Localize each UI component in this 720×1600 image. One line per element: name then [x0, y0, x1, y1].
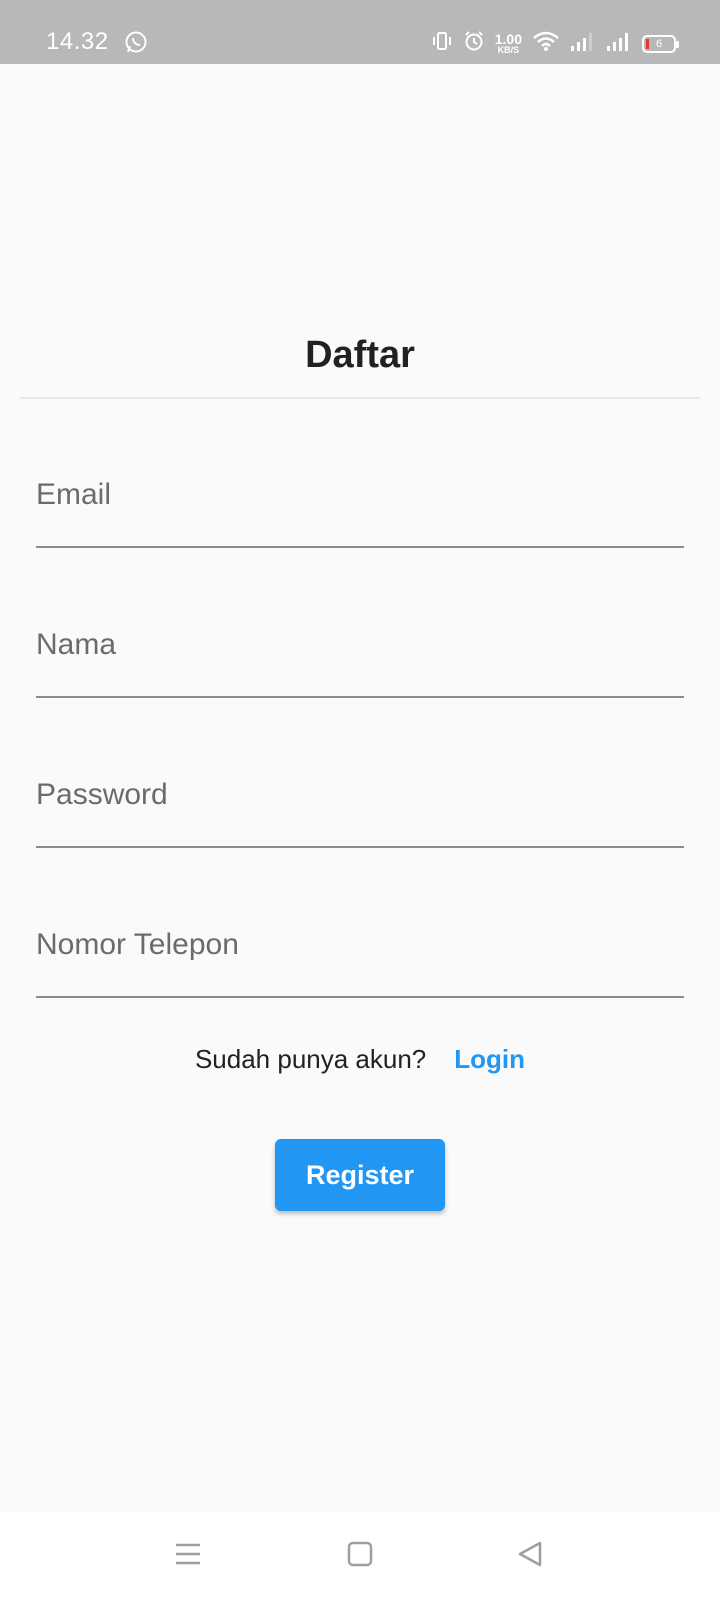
page-title: Daftar: [305, 334, 415, 376]
password-input[interactable]: [36, 778, 684, 812]
network-speed-value: 1.00: [494, 31, 522, 47]
phone-input[interactable]: [36, 928, 684, 962]
password-field-container: [36, 748, 684, 848]
phone-field-container: [36, 898, 684, 998]
whatsapp-icon: [124, 30, 148, 59]
navigation-bar: [0, 1512, 720, 1600]
back-icon[interactable]: [516, 1540, 544, 1573]
network-speed-unit: KB/S: [497, 45, 520, 55]
status-bar: 14.32 1.00 KB/S 6: [0, 0, 720, 64]
login-link[interactable]: Login: [454, 1044, 525, 1074]
battery-level: 6: [655, 37, 663, 50]
home-icon[interactable]: [346, 1540, 374, 1573]
menu-icon[interactable]: [174, 1540, 202, 1573]
signal-icon: [606, 30, 632, 57]
login-prompt-text: Sudah punya akun?: [194, 1044, 427, 1074]
register-button[interactable]: Register: [275, 1139, 445, 1211]
title-divider: [20, 397, 700, 399]
battery-icon: 6: [642, 34, 679, 53]
network-speed: 1.00 KB/S: [495, 32, 522, 55]
wifi-icon: [532, 30, 560, 57]
vibrate-icon: [431, 30, 453, 57]
status-icons: 1.00 KB/S 6: [431, 30, 679, 57]
login-prompt: Sudah punya akun? Login: [0, 1044, 720, 1075]
signal-icon: [570, 30, 596, 57]
name-input[interactable]: [36, 628, 684, 662]
name-field-container: [36, 598, 684, 698]
status-time: 14.32: [46, 28, 109, 55]
email-input[interactable]: [36, 478, 684, 512]
email-field-container: [36, 448, 684, 548]
alarm-icon: [463, 30, 485, 57]
